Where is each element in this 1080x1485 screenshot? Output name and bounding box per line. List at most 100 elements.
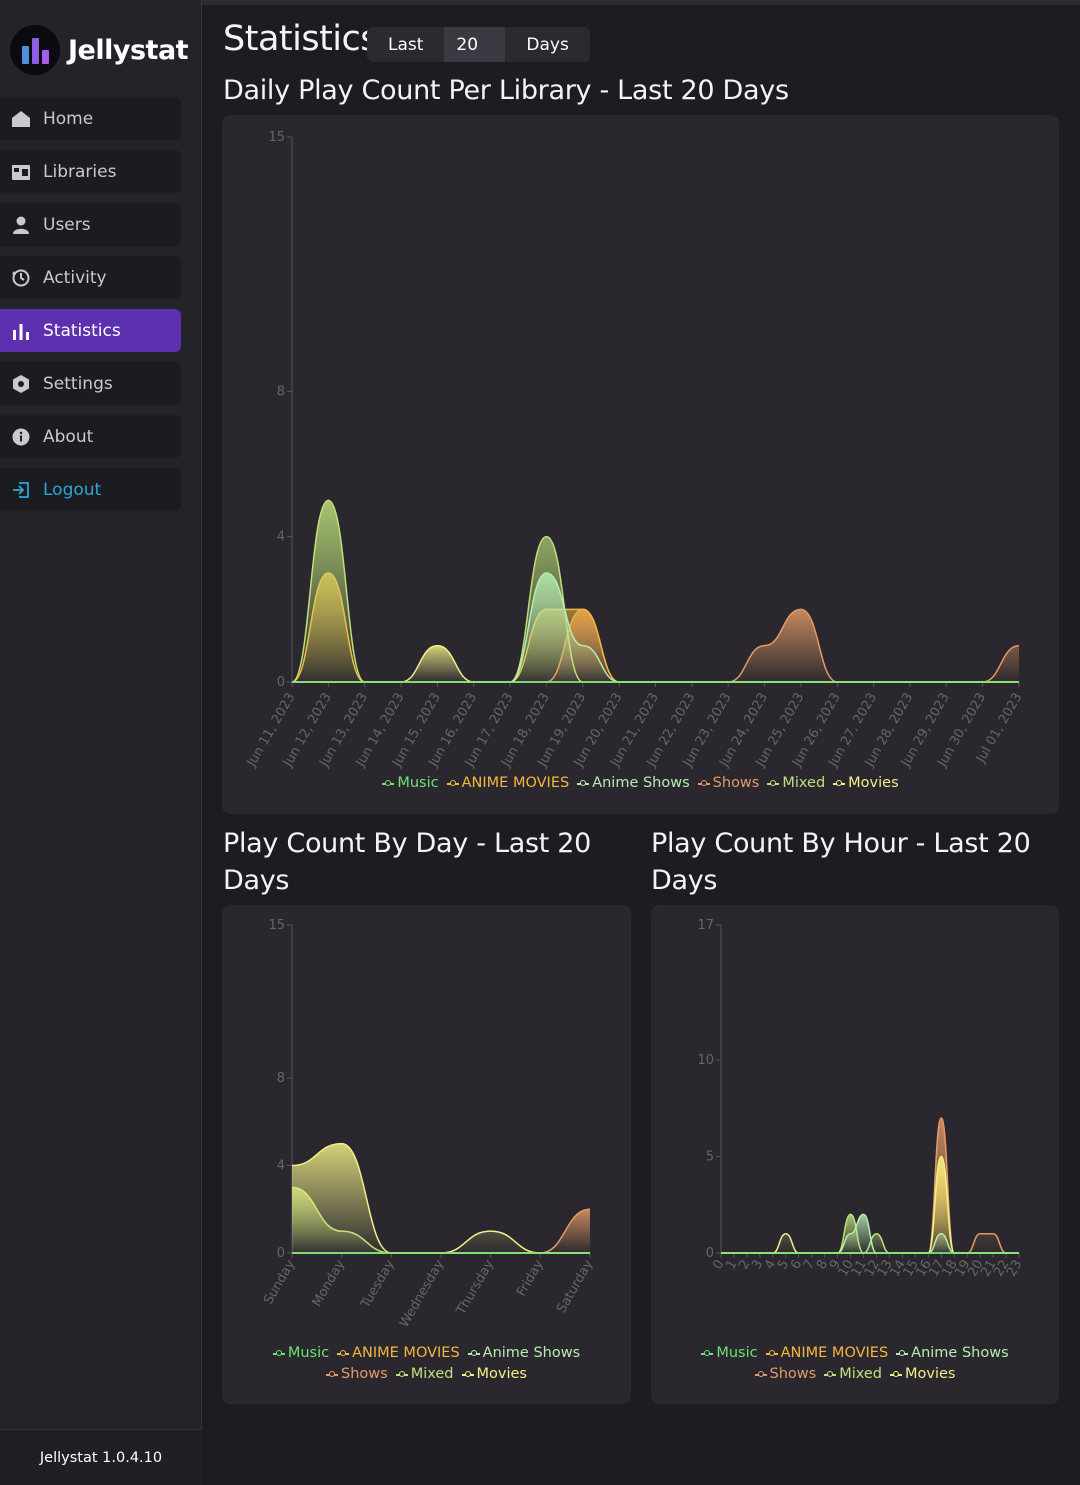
jellystat-logo (10, 25, 60, 75)
x-tick-label: Friday (514, 1257, 547, 1299)
brand[interactable]: Jellystat (10, 25, 189, 75)
days-input[interactable] (444, 27, 506, 62)
range-suffix: Days (526, 34, 569, 55)
legend-marker-icon (896, 1349, 909, 1356)
page-title: Statistics (223, 19, 379, 59)
legend-item-shows[interactable]: Shows (326, 1364, 388, 1385)
y-tick-label: 10 (697, 1053, 714, 1068)
legend-item-music[interactable]: Music (701, 1343, 758, 1364)
legend-item-music[interactable]: Music (272, 1343, 330, 1364)
legend-item-mixed[interactable]: Mixed (395, 1364, 454, 1385)
legend-label: ANIME MOVIES (461, 775, 570, 791)
legend-marker-icon (697, 779, 710, 786)
x-tick-label: Wednesday (397, 1257, 448, 1330)
legend-item-shows[interactable]: Shows (754, 1364, 817, 1385)
legend-item-anime-movies[interactable]: ANIME MOVIES (337, 1343, 460, 1364)
chart-legend: Music ANIME MOVIES Anime Shows Shows Mixed Mo… (222, 773, 1059, 794)
legend-item-movies[interactable]: Movies (461, 1364, 527, 1385)
legend-label: Shows (341, 1366, 388, 1382)
sidebar-item-home[interactable]: Home (0, 97, 181, 140)
sidebar-item-statistics[interactable]: Statistics (0, 309, 181, 352)
sidebar-item-label: Settings (43, 373, 113, 394)
y-tick-label: 5 (706, 1150, 714, 1165)
series-line-anime-shows (292, 572, 1019, 683)
sidebar-item-settings[interactable]: Settings (0, 362, 181, 405)
x-tick-label: 23 (1004, 1258, 1025, 1280)
series-line-shows (292, 608, 1020, 683)
series-area-anime-shows (292, 573, 1019, 682)
play-count-by-day-title: Play Count By Day - Last 20 Days (223, 828, 592, 896)
legend-marker-icon (461, 1370, 474, 1377)
legend-label: Music (287, 1345, 330, 1361)
bar-chart-icon (11, 321, 31, 341)
sidebar-item-label: Users (43, 214, 91, 235)
chart-svg: 04815Jun 11, 2023Jun 12, 2023Jun 13, 202… (244, 130, 1026, 770)
legend-label: Anime Shows (592, 775, 690, 791)
series-line-mixed (291, 499, 1019, 683)
legend-label: Mixed (782, 775, 826, 791)
brand-name: Jellystat (68, 34, 189, 66)
legend-marker-icon (824, 1370, 837, 1377)
legend-label: Movies (905, 1366, 956, 1382)
legend-marker-icon (446, 779, 459, 786)
legend-item-anime-shows[interactable]: Anime Shows (577, 773, 690, 794)
legend-item-music[interactable]: Music (382, 773, 439, 794)
legend-marker-icon (326, 1370, 339, 1377)
range-prefix: Last (388, 34, 424, 55)
legend-item-anime-movies[interactable]: ANIME MOVIES (765, 1343, 888, 1364)
legend-marker-icon (767, 779, 780, 786)
legend-item-anime-shows[interactable]: Anime Shows (896, 1343, 1009, 1364)
legend-marker-icon (890, 1370, 903, 1377)
chart-legend: Music ANIME MOVIES Anime Shows Shows Mixed Mo… (242, 1343, 611, 1385)
legend-item-anime-movies[interactable]: ANIME MOVIES (446, 773, 570, 794)
daily-play-count-title: Daily Play Count Per Library - Last 20 D… (223, 75, 789, 106)
sidebar-item-label: Home (43, 108, 94, 129)
play-count-by-hour-title: Play Count By Hour - Last 20 Days (651, 828, 1031, 896)
y-tick-label: 15 (268, 130, 285, 145)
legend-label: Shows (712, 775, 760, 791)
x-tick-label: Monday (309, 1257, 348, 1309)
sidebar-item-label: Libraries (43, 161, 117, 182)
sidebar-item-activity[interactable]: Activity (0, 256, 181, 299)
legend-label: Mixed (410, 1366, 454, 1382)
sidebar-item-label: Logout (43, 479, 102, 500)
y-tick-label: 17 (697, 918, 714, 933)
legend-marker-icon (337, 1349, 350, 1356)
legend-label: Anime Shows (911, 1345, 1009, 1361)
series-area-movies (292, 645, 1019, 682)
series-area-shows (292, 609, 1019, 682)
user-icon (11, 215, 31, 235)
sidebar-item-logout[interactable]: Logout (0, 468, 181, 511)
sidebar-item-label: About (43, 426, 94, 447)
legend-marker-icon (467, 1349, 480, 1356)
legend-marker-icon (272, 1349, 285, 1356)
legend-label: Movies (476, 1366, 527, 1382)
legend-label: ANIME MOVIES (352, 1345, 460, 1361)
y-tick-label: 8 (277, 384, 285, 399)
legend-label: Shows (769, 1366, 817, 1382)
sidebar-item-about[interactable]: About (0, 415, 181, 458)
legend-item-anime-shows[interactable]: Anime Shows (467, 1343, 581, 1364)
legend-item-movies[interactable]: Movies (890, 1364, 955, 1385)
sidebar-item-label: Statistics (43, 320, 121, 341)
sidebar-nav: Home Libraries Users Activity Statistics Sett… (0, 97, 181, 521)
home-icon (11, 109, 31, 129)
x-tick-label: Saturday (554, 1257, 596, 1315)
legend-label: Music (716, 1345, 758, 1361)
legend-item-shows[interactable]: Shows (697, 773, 760, 794)
legend-label: Anime Shows (482, 1345, 581, 1361)
range-selector: Last Days (367, 27, 590, 62)
version-label: Jellystat 1.0.4.10 (0, 1429, 202, 1485)
legend-item-mixed[interactable]: Mixed (824, 1364, 882, 1385)
logout-icon (11, 480, 31, 500)
x-tick-label: Thursday (453, 1257, 497, 1318)
sidebar: Jellystat Home Libraries Users Activity Stat… (0, 0, 202, 1485)
legend-item-movies[interactable]: Movies (833, 773, 899, 794)
legend-item-mixed[interactable]: Mixed (767, 773, 825, 794)
chart-svg: 04815Sunday Monday Tuesday Wednesday Thursda… (261, 918, 596, 1330)
sidebar-item-libraries[interactable]: Libraries (0, 150, 181, 193)
series-area-anime-movies (292, 573, 1019, 682)
sidebar-item-users[interactable]: Users (0, 203, 181, 246)
y-tick-label: 0 (277, 675, 285, 690)
legend-marker-icon (395, 1370, 408, 1377)
